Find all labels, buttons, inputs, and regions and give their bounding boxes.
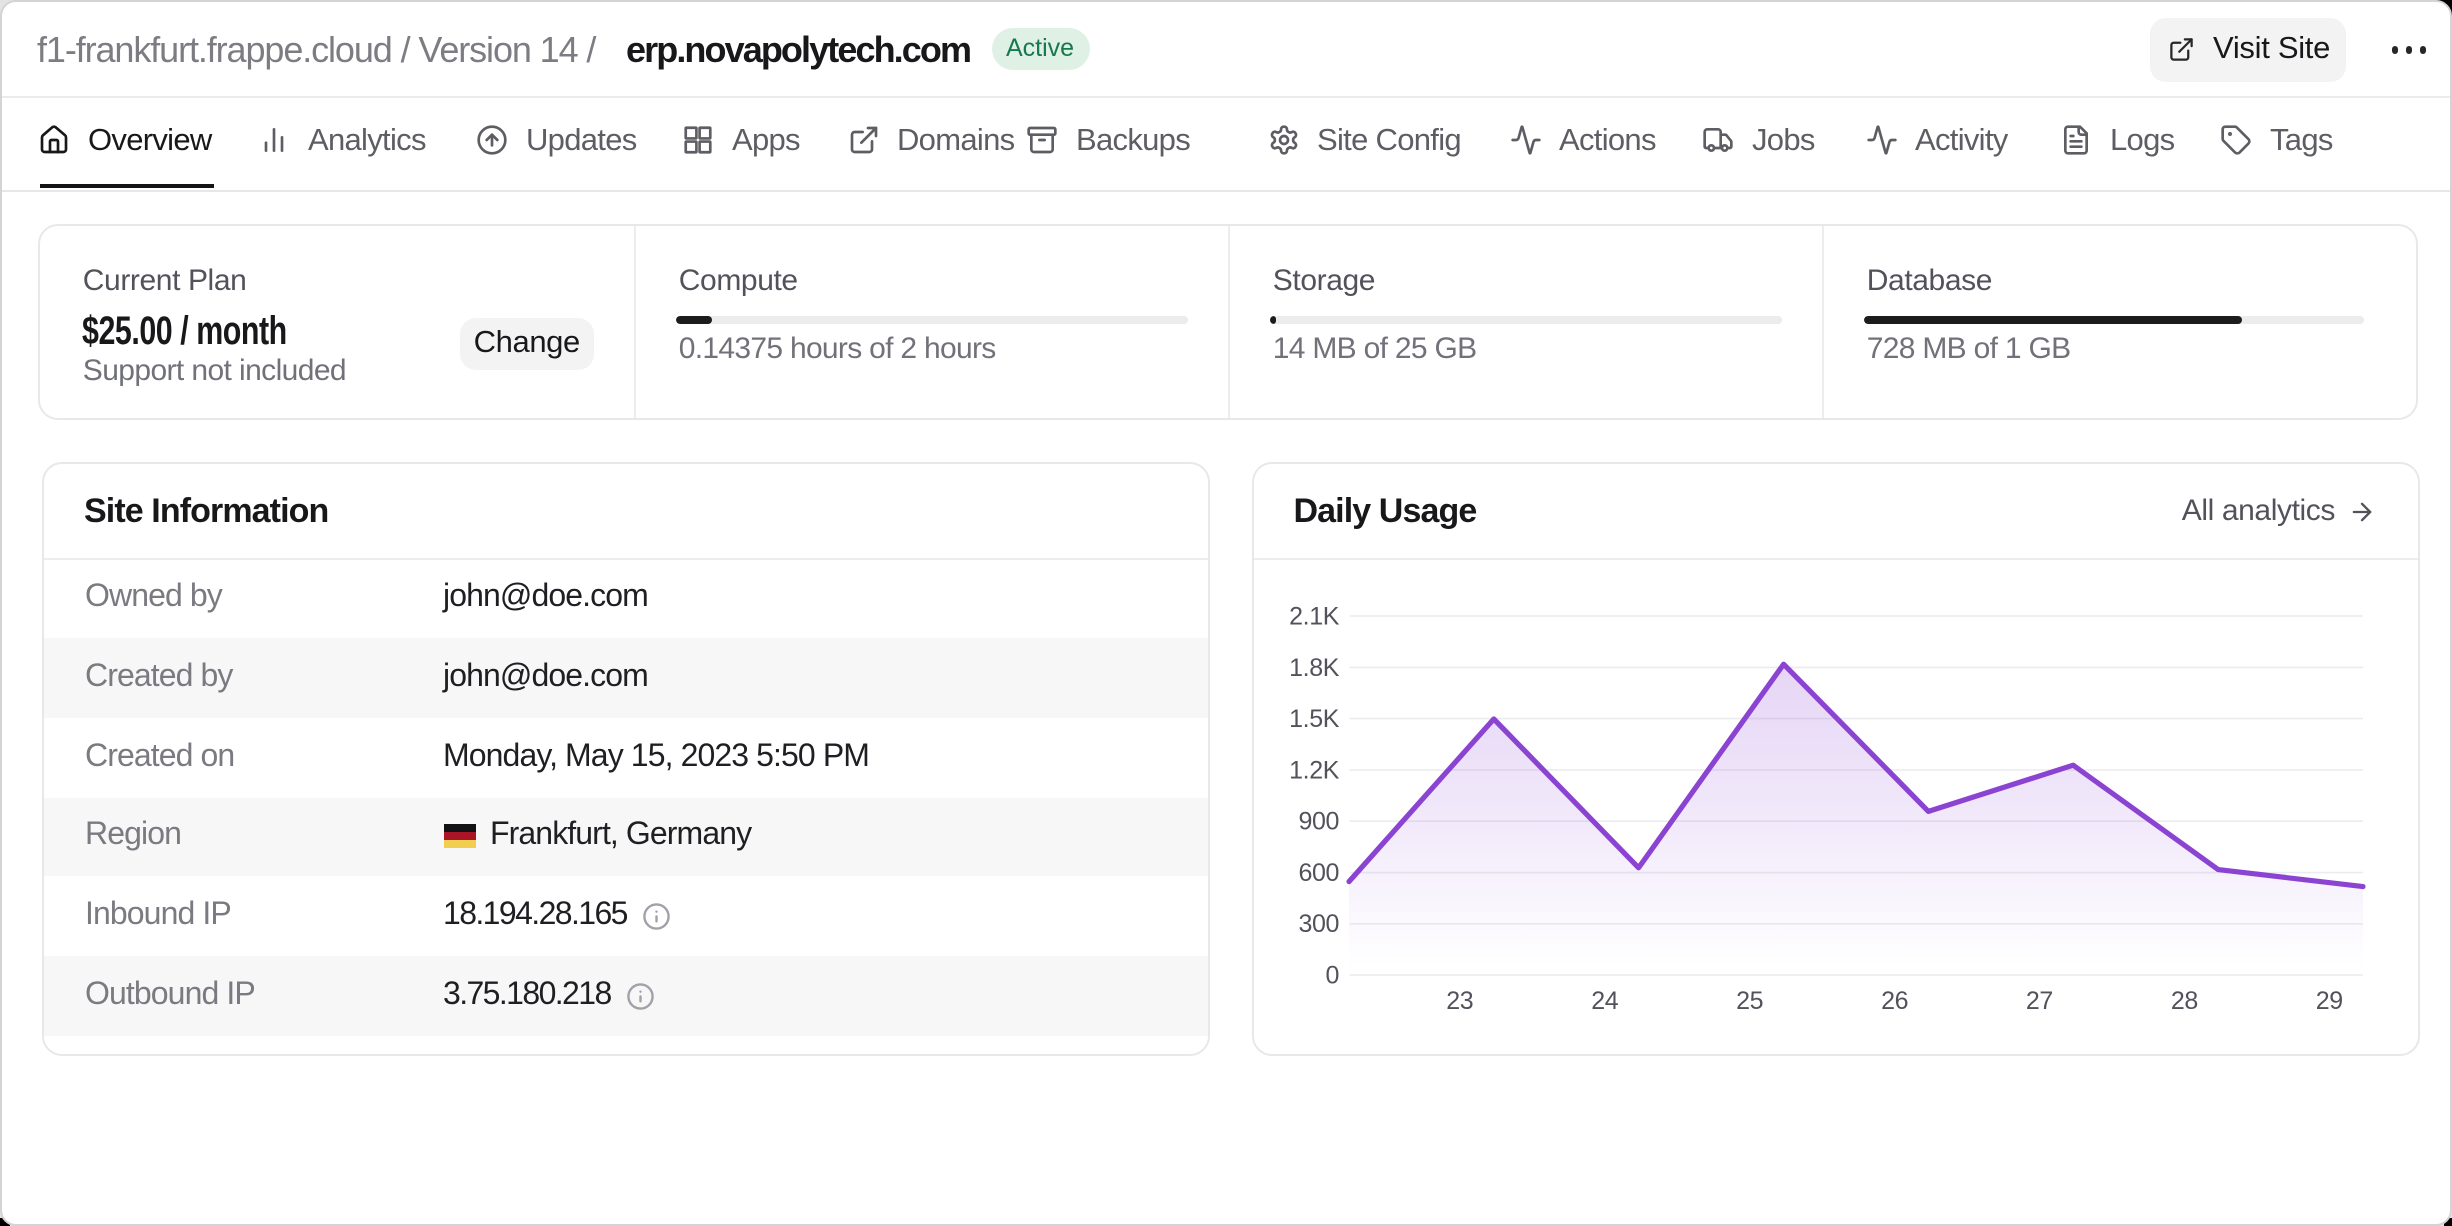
svg-text:26: 26 xyxy=(1881,987,1908,1015)
svg-text:2.1K: 2.1K xyxy=(1289,602,1340,630)
svg-text:300: 300 xyxy=(1298,910,1339,938)
svg-text:600: 600 xyxy=(1298,859,1339,887)
svg-text:1.5K: 1.5K xyxy=(1289,705,1340,733)
svg-text:900: 900 xyxy=(1298,808,1339,836)
svg-text:28: 28 xyxy=(2170,987,2197,1015)
svg-text:1.8K: 1.8K xyxy=(1289,654,1340,682)
svg-text:27: 27 xyxy=(2025,987,2052,1015)
svg-text:1.2K: 1.2K xyxy=(1289,756,1340,784)
svg-text:29: 29 xyxy=(2315,987,2342,1015)
svg-text:25: 25 xyxy=(1736,987,1763,1015)
svg-text:0: 0 xyxy=(1325,962,1339,990)
svg-text:23: 23 xyxy=(1446,987,1473,1015)
svg-text:24: 24 xyxy=(1591,987,1619,1015)
